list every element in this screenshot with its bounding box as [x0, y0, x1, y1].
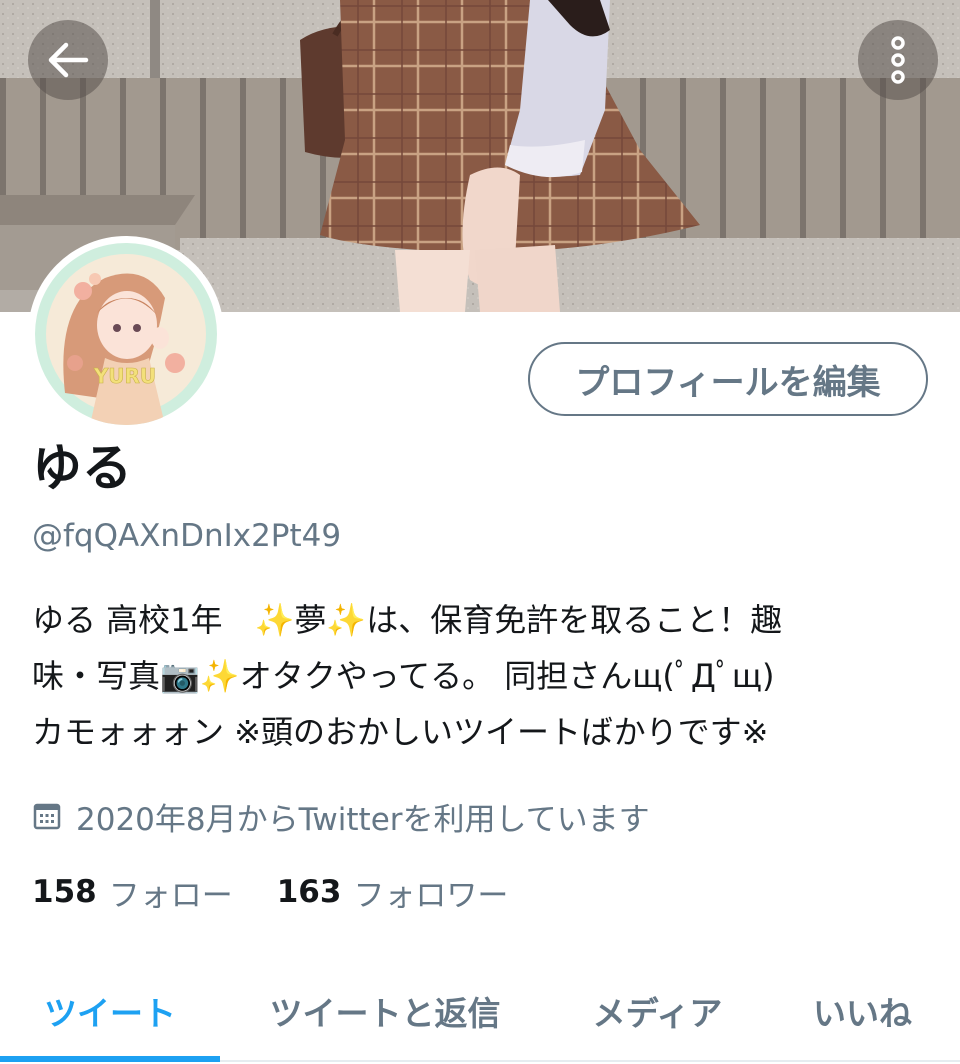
joined-date: 2020年8月からTwitterを利用しています	[32, 792, 650, 840]
profile-bio: ゆる 高校1年 ✨夢✨は、保育免許を取ること！趣 味・写真📷✨オタクやってる。 …	[32, 592, 932, 760]
followers-label: フォロワー	[353, 877, 509, 914]
more-vertical-icon	[891, 36, 905, 84]
more-options-button[interactable]	[858, 20, 938, 100]
follow-stats: 158 フォロー 163 フォロワー	[32, 866, 508, 918]
active-tab-indicator	[0, 1056, 220, 1062]
display-name: ゆる	[32, 439, 132, 497]
back-button[interactable]	[28, 20, 108, 100]
avatar-logo-text: YURU	[93, 364, 156, 388]
tab-label: ツイート	[44, 994, 176, 1033]
user-handle: @fqQAXnDnIx2Pt49	[32, 518, 342, 554]
followers-count: 163	[276, 874, 342, 910]
bio-line: 味・写真📷✨オタクやってる。 同担さんщ(ﾟДﾟщ)	[32, 657, 775, 695]
following-label: フォロー	[108, 877, 233, 914]
followers-link[interactable]: 163 フォロワー	[277, 870, 509, 915]
avatar-image: YURU	[35, 243, 217, 425]
tab-tweets[interactable]: ツイート	[0, 962, 220, 1062]
following-count: 158	[32, 874, 97, 910]
tab-likes[interactable]: いいね	[765, 962, 960, 1060]
profile-page: YURU プロフィールを編集 ゆる @fqQAXnDnIx2Pt49 ゆる 高校…	[0, 0, 960, 1064]
tab-tweets-and-replies[interactable]: ツイートと返信	[220, 962, 550, 1060]
joined-date-text: 2020年8月からTwitterを利用しています	[76, 801, 650, 838]
tab-label: メディア	[592, 994, 723, 1033]
profile-tabs: ツイート ツイートと返信 メディア いいね	[0, 962, 960, 1062]
following-link[interactable]: 158 フォロー	[32, 870, 233, 915]
edit-profile-button[interactable]: プロフィールを編集	[528, 342, 928, 416]
bio-line: カモォォォン ※頭のおかしいツイートばかりです※	[32, 713, 769, 751]
tab-label: いいね	[813, 994, 912, 1033]
avatar[interactable]: YURU	[28, 236, 224, 432]
tab-label: ツイートと返信	[269, 994, 501, 1033]
bio-line: ゆる 高校1年 ✨夢✨は、保育免許を取ること！趣	[32, 601, 783, 639]
calendar-icon	[32, 801, 62, 831]
tab-media[interactable]: メディア	[550, 962, 765, 1060]
arrow-left-icon	[48, 42, 89, 78]
